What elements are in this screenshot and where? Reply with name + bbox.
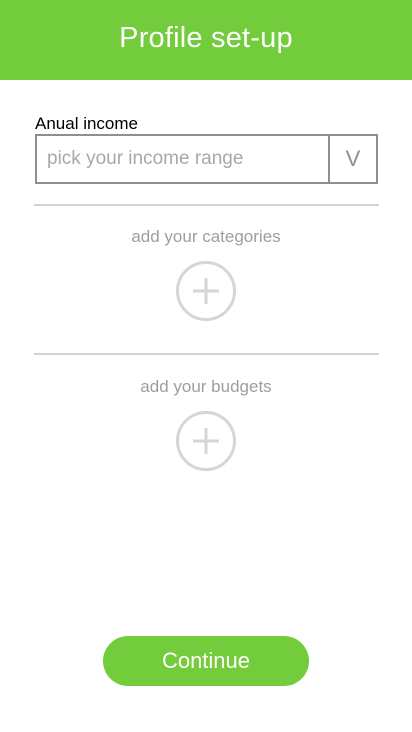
add-categories-label: add your categories <box>131 227 281 246</box>
add-budget-button[interactable] <box>176 411 236 471</box>
add-budgets-label: add your budgets <box>140 377 272 396</box>
income-range-select[interactable]: pick your income range V <box>35 134 378 184</box>
section-divider <box>34 204 379 206</box>
profile-setup-screen: Profile set-up Anual income pick your in… <box>0 0 412 732</box>
income-range-placeholder[interactable]: pick your income range <box>37 136 328 182</box>
plus-circle-icon <box>193 278 219 304</box>
continue-button-label: Continue <box>161 648 251 673</box>
header-bar: Profile set-up <box>0 0 412 80</box>
add-category-button[interactable] <box>176 261 236 321</box>
continue-button[interactable]: Continue <box>103 636 309 686</box>
annual-income-label: Anual income <box>35 114 139 133</box>
chevron-down-icon[interactable]: V <box>328 136 376 182</box>
page-title: Profile set-up <box>119 21 293 54</box>
plus-circle-icon <box>193 428 219 454</box>
section-divider <box>34 353 379 355</box>
